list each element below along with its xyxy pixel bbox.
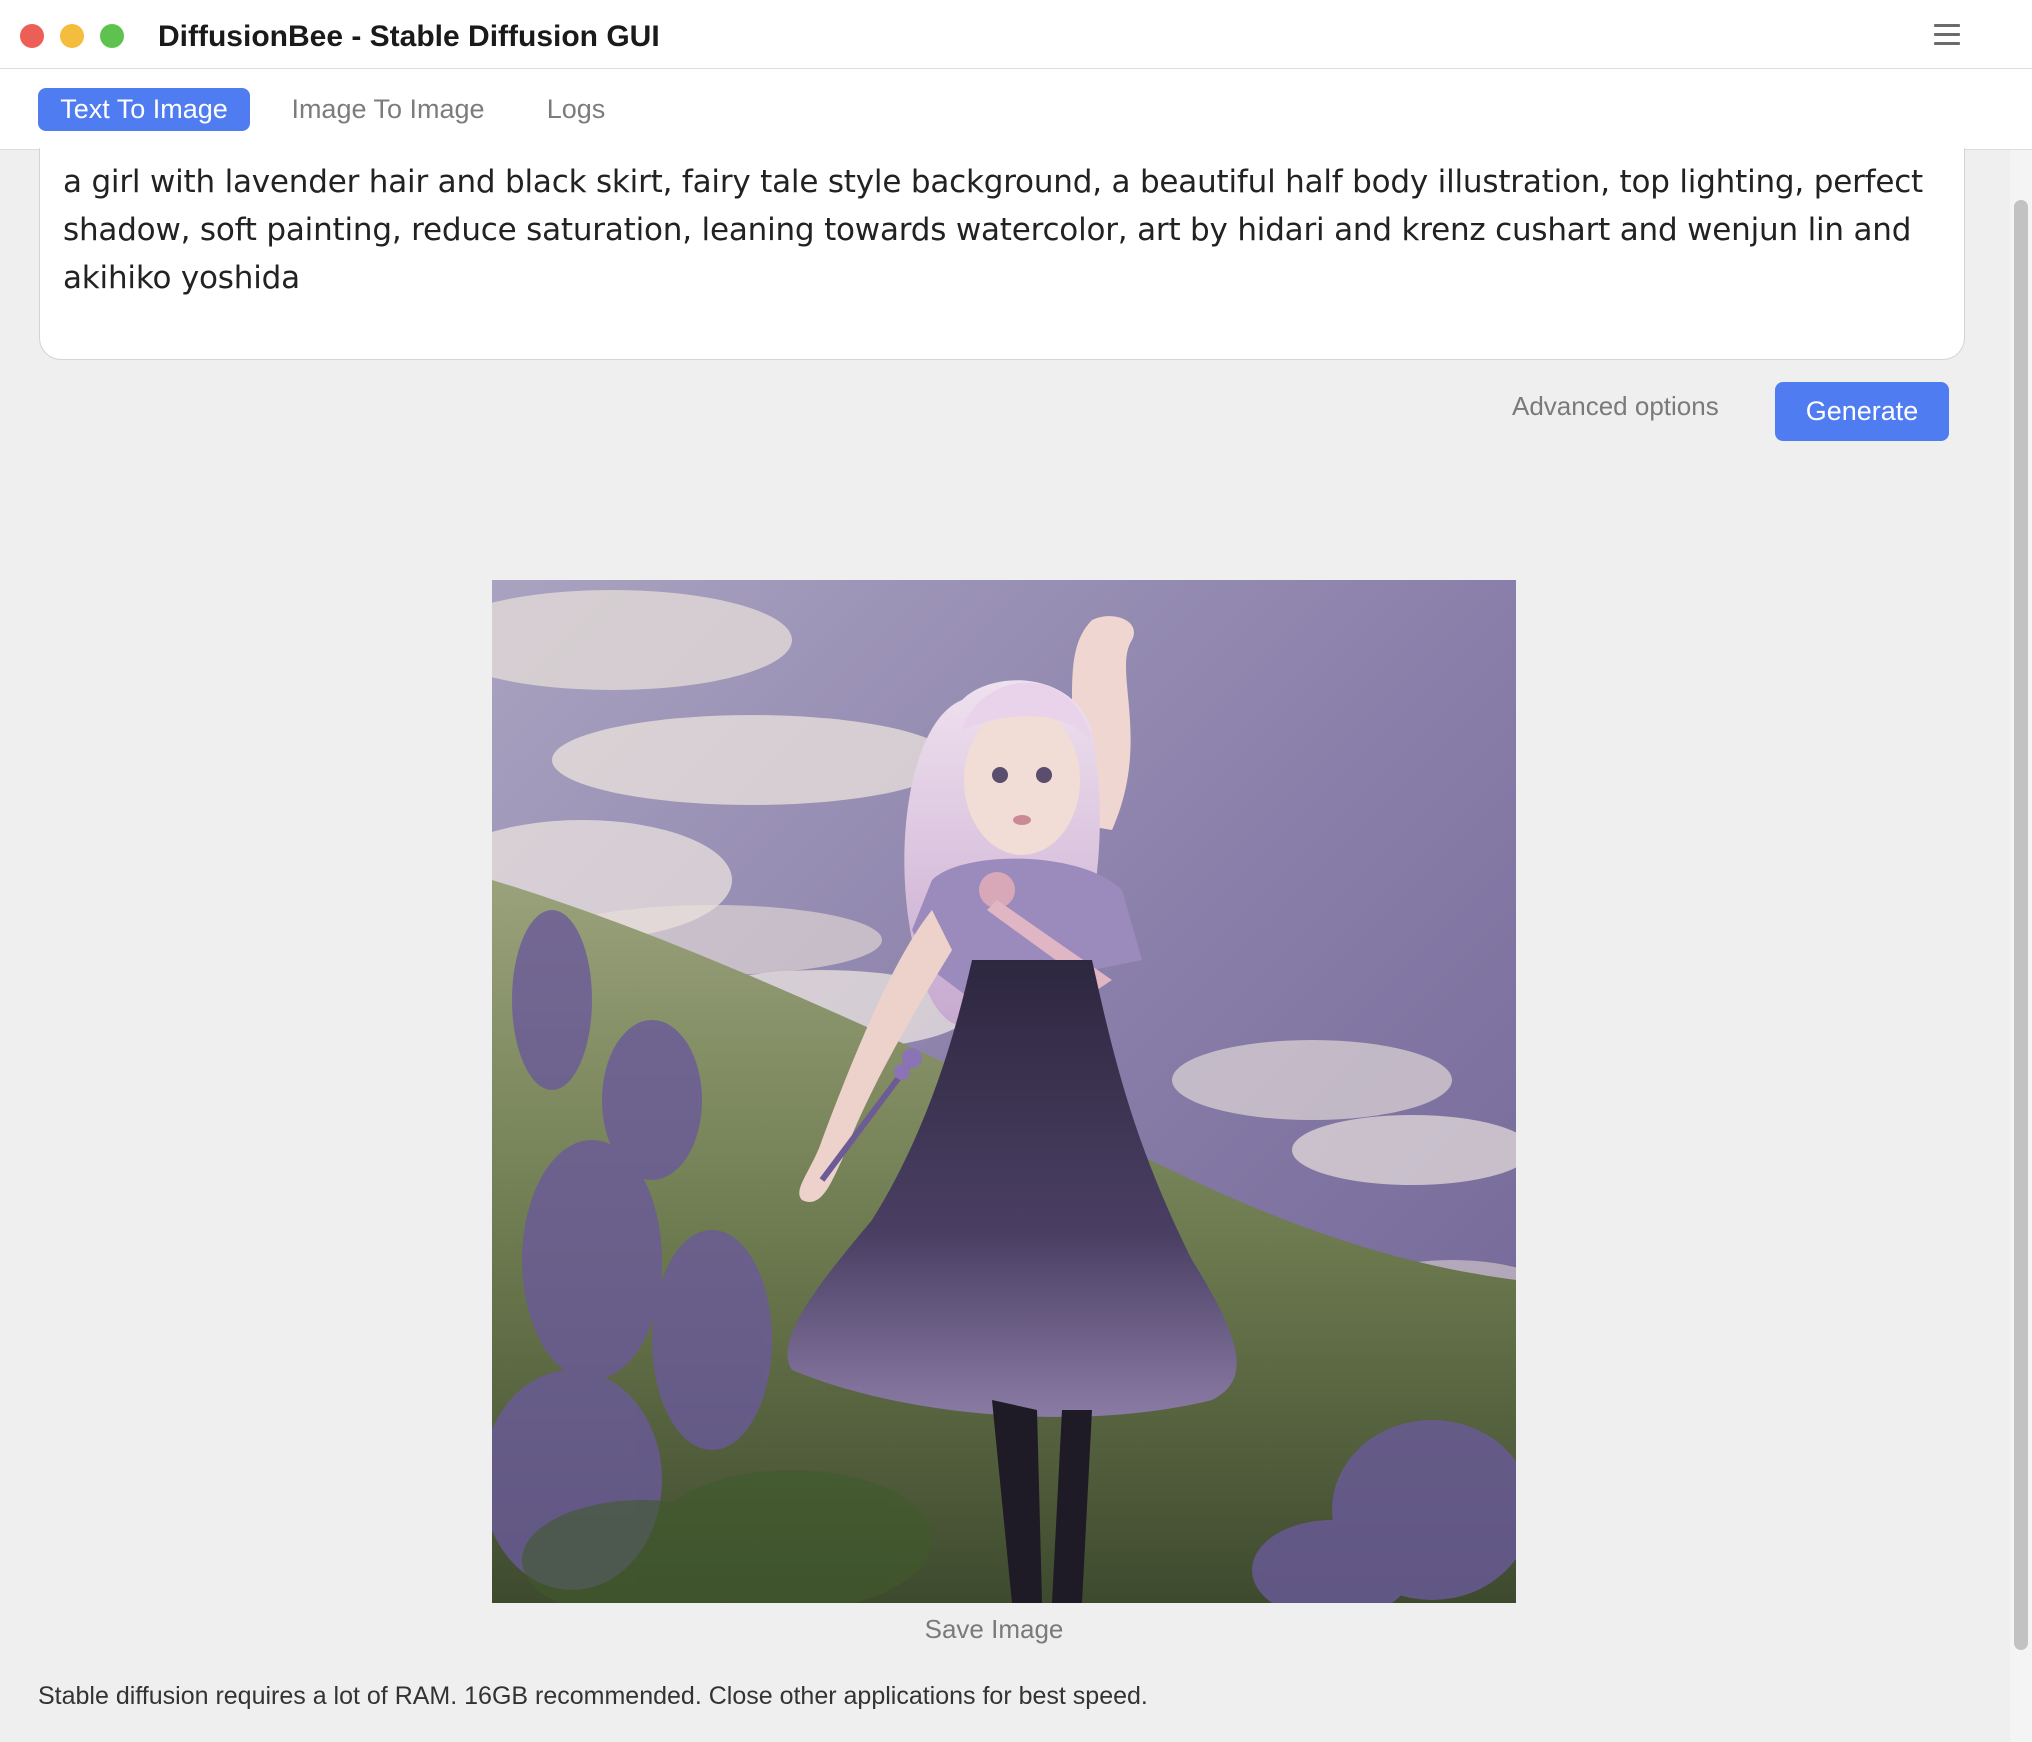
generated-image (492, 580, 1516, 1603)
save-image-button[interactable]: Save Image (880, 1610, 1108, 1648)
tab-image-to-image[interactable]: Image To Image (280, 88, 496, 131)
generate-button[interactable]: Generate (1775, 382, 1949, 441)
app-window: DiffusionBee - Stable Diffusion GUI Text… (0, 0, 2032, 1742)
title-bar: DiffusionBee - Stable Diffusion GUI (0, 0, 2032, 69)
maximize-window-button[interactable] (100, 24, 124, 48)
tab-text-to-image[interactable]: Text To Image (38, 88, 250, 131)
tab-bar: Text To Image Image To Image Logs (0, 69, 2032, 150)
prompt-input-text[interactable]: a girl with lavender hair and black skir… (63, 158, 1943, 302)
advanced-options-link[interactable]: Advanced options (1512, 388, 1719, 424)
ram-warning-text: Stable diffusion requires a lot of RAM. … (38, 1682, 1148, 1710)
hamburger-menu-icon[interactable] (1934, 24, 1960, 46)
close-window-button[interactable] (20, 24, 44, 48)
window-title: DiffusionBee - Stable Diffusion GUI (158, 20, 660, 53)
scrollbar-thumb[interactable] (2014, 200, 2028, 1650)
minimize-window-button[interactable] (60, 24, 84, 48)
tab-logs[interactable]: Logs (532, 88, 620, 131)
